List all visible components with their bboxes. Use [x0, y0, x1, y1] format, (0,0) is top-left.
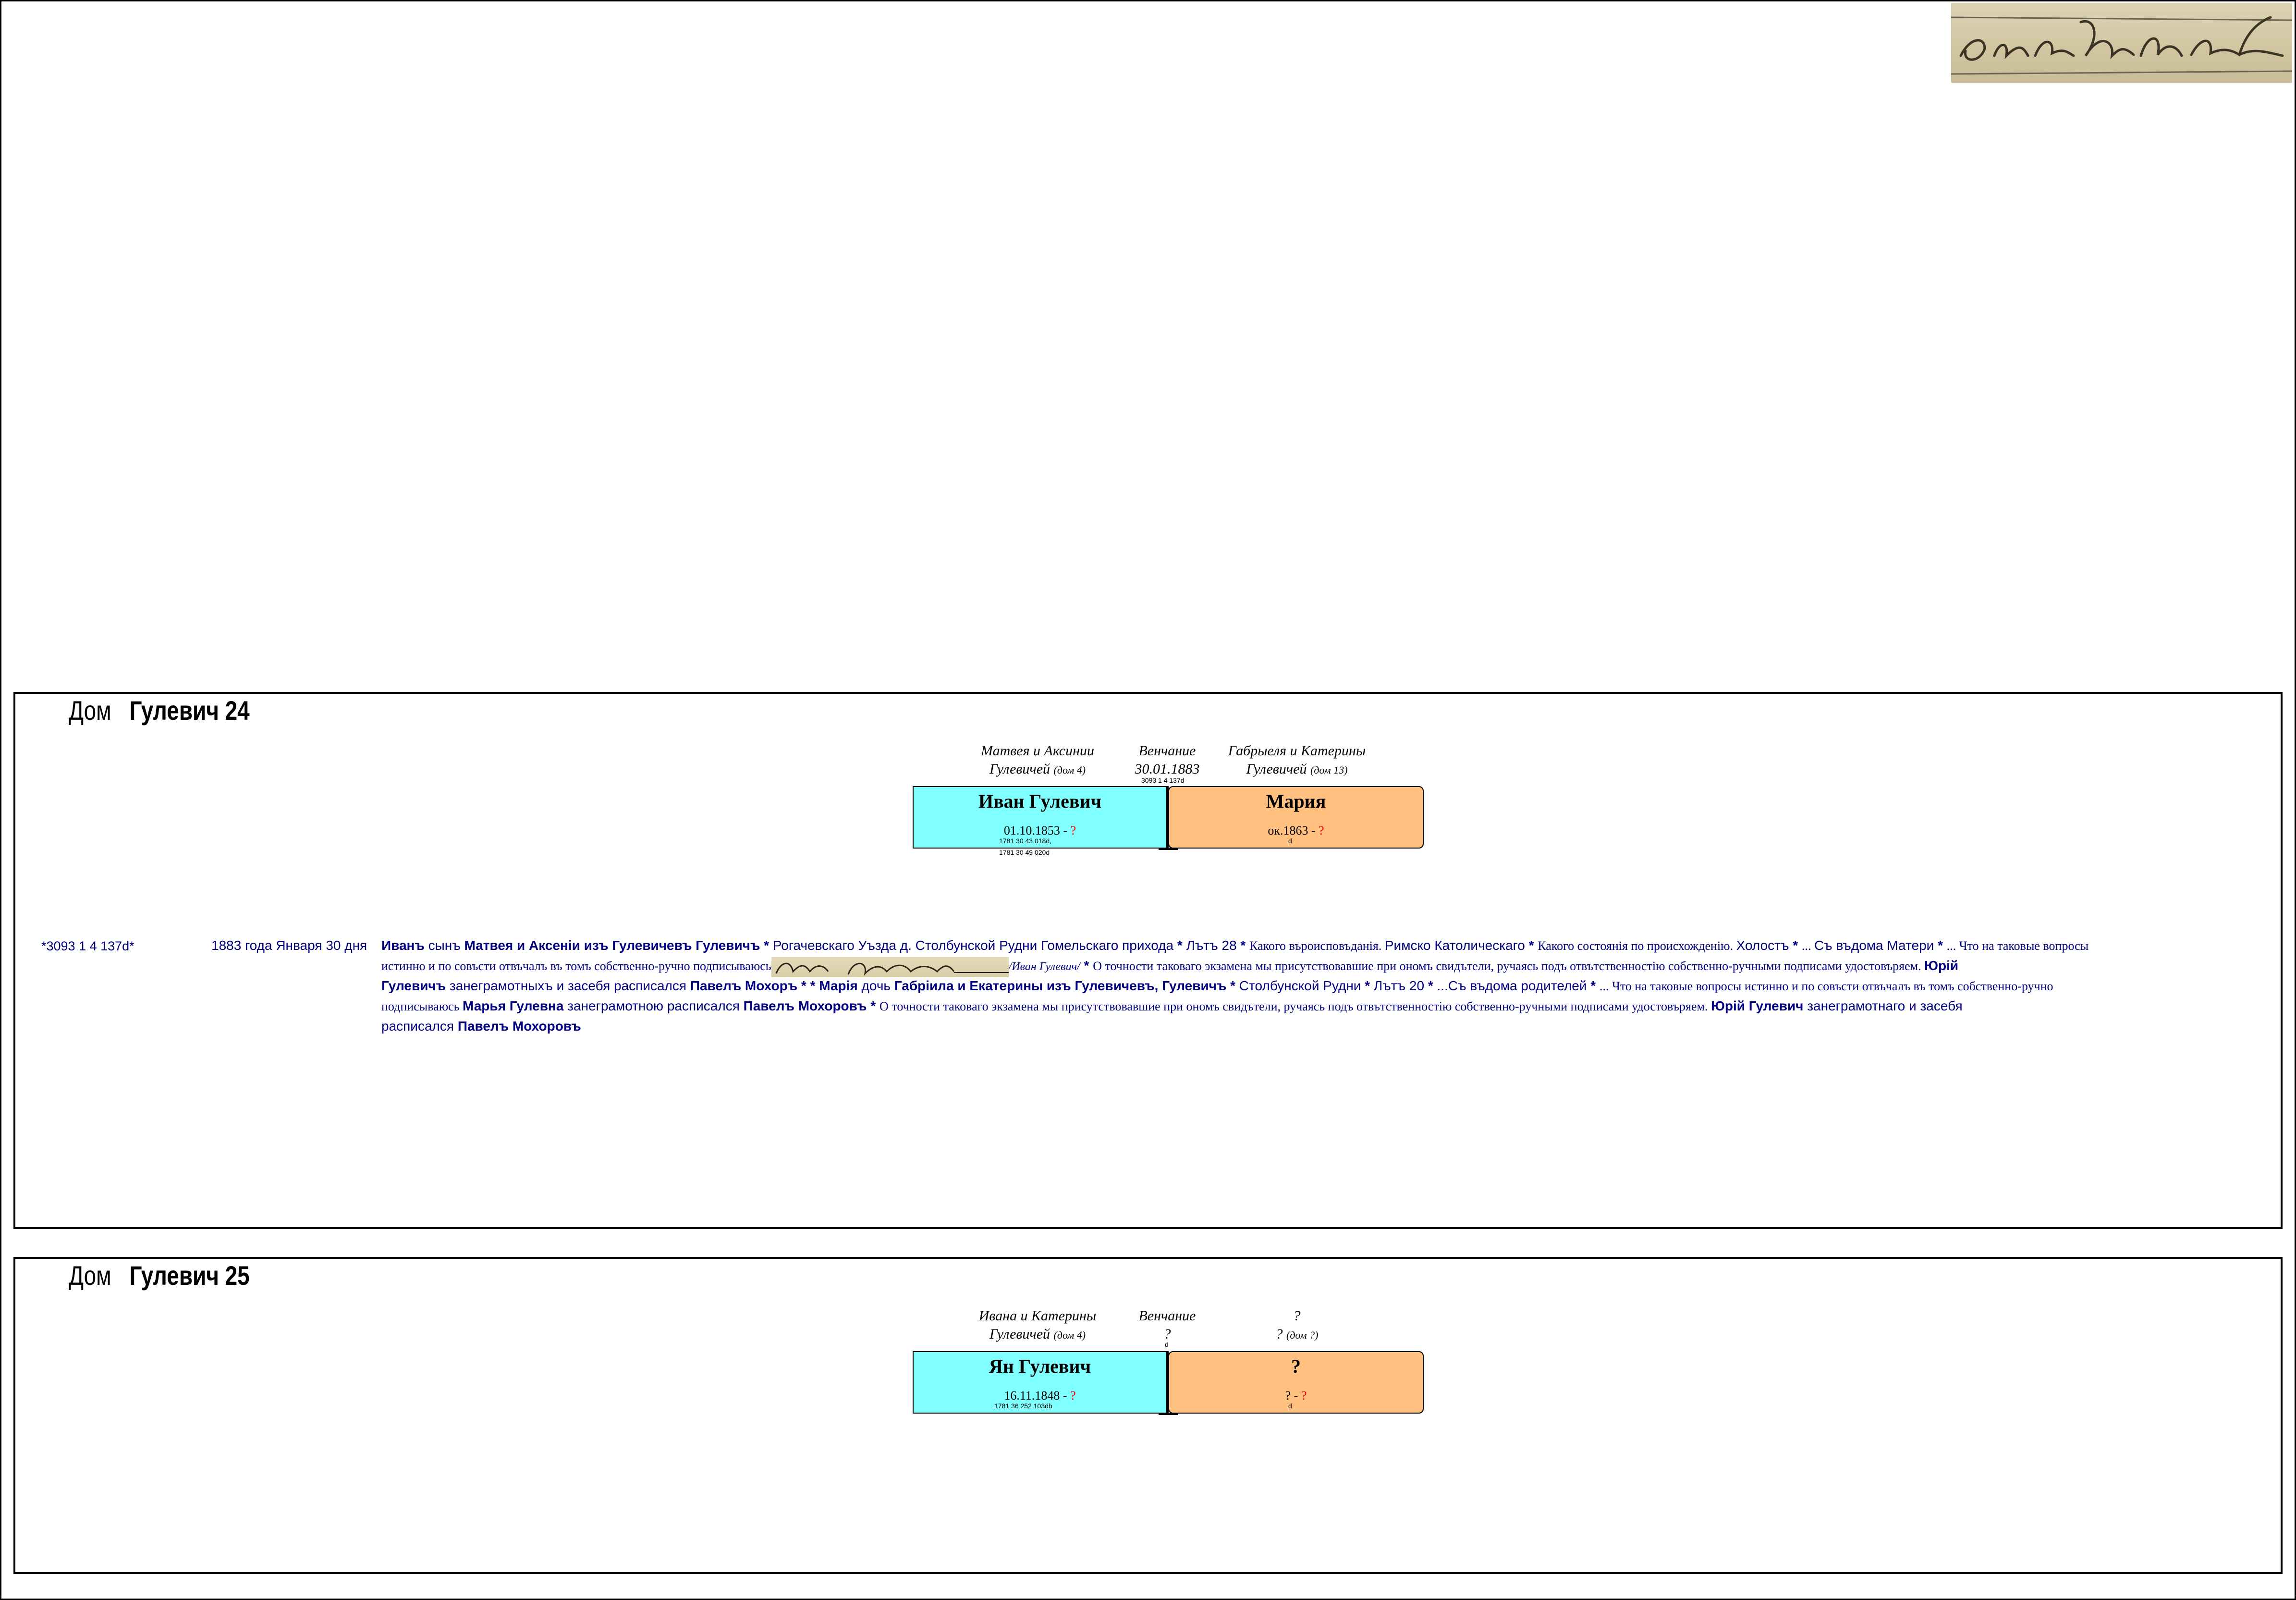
person-name: Мария [1266, 790, 1326, 812]
record-text-segment: занеграмотнаго и засебя [1803, 998, 1963, 1013]
record-text-segment: ... Что на таковые вопросы истинно и по … [1600, 979, 2053, 993]
record-source-id[interactable]: *3093 1 4 137d* [41, 939, 134, 954]
record-text-segment: * [1080, 958, 1093, 973]
person-name: Иван Гулевич [978, 790, 1102, 812]
record-line-2: истинно и по совъсти отвъчалъ въ томъ со… [381, 957, 2264, 977]
husband-parents-caption: Ивана и Катерины Гулевичей (дом 4) [978, 1308, 1097, 1342]
record-text-segment: Лътъ 28 [1186, 938, 1237, 953]
husband-source-ref-2: 1781 30 49 020d [999, 849, 1050, 856]
record-text-segment: Павелъ Мохоръ [690, 978, 798, 993]
life-dates: ок.1863 - ? [1268, 824, 1324, 837]
record-text-segment: Гулевичъ [381, 978, 446, 993]
record-text-segment: дочь [857, 978, 894, 993]
husband-card[interactable]: Иван Гулевич 01.10.1853 - ? 1781 30 43 0… [913, 786, 1167, 849]
record-text-segment: * [1226, 978, 1239, 993]
record-text-segment: Юрій Гулевич [1711, 998, 1804, 1013]
wedding-source-ref: 3093 1 4 137d [1141, 776, 1185, 784]
husband-source-ref: 1781 30 43 018d, [999, 837, 1051, 845]
record-date: 1883 года Января 30 дня [211, 938, 367, 953]
husband-source-ref: 1781 36 252 103db [994, 1402, 1052, 1410]
house-section-25 [13, 1257, 2283, 1574]
record-line-5: расписался Павелъ Мохоровъ [381, 1019, 2264, 1034]
record-text-segment: Лътъ 20 [1373, 978, 1425, 993]
record-text-segment: Столбунской Рудни [1239, 978, 1361, 993]
record-text-segment: сынъ [424, 938, 464, 953]
husband-card[interactable]: Ян Гулевич 16.11.1848 - ? 1781 36 252 10… [913, 1351, 1167, 1414]
record-text-segment: занеграмотныхъ и засебя расписался [446, 978, 690, 993]
wedding-caption: Венчание ? [1138, 1308, 1196, 1342]
record-text-segment: О точности таковаго экзамена мы присутст… [879, 999, 1711, 1013]
wife-source-ref: d [1288, 1402, 1292, 1410]
record-text-segment: * [1789, 938, 1802, 953]
village-logo [1951, 3, 2292, 83]
record-text-segment: занеграмотною расписался [563, 998, 744, 1013]
record-text-segment: Павелъ Мохоровъ [743, 998, 867, 1013]
person-name: ? [1291, 1355, 1301, 1377]
life-dates: 01.10.1853 - ? [1003, 824, 1076, 837]
record-text-segment: Павелъ Мохоровъ [457, 1019, 581, 1034]
house-title: Дом Гулевич 24 [69, 695, 250, 726]
wife-card[interactable]: ? ? - ? d [1168, 1351, 1424, 1414]
record-text-segment: подписываюсь [381, 999, 463, 1013]
record-text-segment: * [1236, 938, 1250, 953]
record-text-segment: Матвея и Аксеніи изъ Гулевичевъ Гулевичъ [464, 938, 760, 953]
record-text-segment: Марья Гулевна [463, 998, 564, 1013]
house-label: Дом [69, 695, 111, 726]
record-text-segment: ... [1801, 939, 1814, 953]
record-text-segment: * [760, 938, 773, 953]
record-text-segment: расписался [381, 1019, 458, 1034]
wife-parents-caption: Габрыеля и Катерины Гулевичей (дом 13) [1228, 743, 1366, 777]
life-dates: ? - ? [1285, 1389, 1307, 1403]
wife-card[interactable]: Мария ок.1863 - ? d [1168, 786, 1424, 849]
record-text-segment: Марія [819, 978, 858, 993]
record-text-segment: ...Съ въдома родителей [1437, 978, 1587, 993]
signature-image [771, 957, 1009, 977]
record-text-segment: Съ въдома Матери [1814, 938, 1934, 953]
wedding-source-ref: d [1165, 1341, 1169, 1348]
record-text-segment: истинно и по совъсти отвъчалъ въ томъ со… [381, 959, 771, 973]
house-name: Гулевич 25 [129, 1260, 250, 1291]
record-text-segment: * [1525, 938, 1538, 953]
record-text-segment: О точности таковаго экзамена мы присутст… [1093, 959, 1925, 973]
husband-parents-caption: Матвея и Аксинии Гулевичей (дом 4) [981, 743, 1094, 777]
record-text-segment: * [1424, 978, 1437, 993]
person-name: Ян Гулевич [989, 1355, 1091, 1377]
house-title: Дом Гулевич 25 [69, 1260, 250, 1291]
record-text-segment: Габріила и Екатерины изъ Гулевичевъ, Гул… [894, 978, 1227, 993]
record-text-segment: Холостъ [1736, 938, 1789, 953]
record-text-segment: Какого состоянія по происхожденію. [1538, 939, 1736, 953]
record-text-segment: /Иван Гулевич/ [1008, 960, 1080, 973]
wife-parents-caption: ? ? (дом ?) [1275, 1308, 1319, 1342]
marriage-connector-stem [1167, 1351, 1169, 1415]
wife-source-ref: d [1288, 837, 1292, 845]
wedding-caption: Венчание 30.01.1883 [1135, 743, 1200, 777]
house-label: Дом [69, 1260, 111, 1291]
record-text-segment: * [1934, 938, 1947, 953]
record-line-3: Гулевичъ занеграмотныхъ и засебя расписа… [381, 978, 2264, 994]
record-line-1: Иванъ сынъ Матвея и Аксеніи изъ Гулевиче… [381, 938, 2264, 953]
record-text-segment: * [1361, 978, 1374, 993]
record-text-segment: * [1587, 978, 1600, 993]
record-text-segment: Какого въроисповъданія. [1249, 939, 1385, 953]
marriage-connector-stem [1167, 786, 1169, 849]
record-text-segment: * [867, 998, 880, 1013]
record-text-segment: ... Что на таковые вопросы [1946, 939, 2089, 953]
record-text-segment: Юрій [1924, 958, 1959, 973]
record-text-segment: * * [797, 978, 819, 993]
record-text-segment: Иванъ [381, 938, 425, 953]
house-name: Гулевич 24 [129, 695, 250, 726]
life-dates: 16.11.1848 - ? [1004, 1389, 1076, 1403]
record-text-segment: * [1173, 938, 1186, 953]
record-text-segment: Рогачевскаго Уъзда д. Столбунской Рудни … [772, 938, 1174, 953]
record-line-4: подписываюсь Марья Гулевна занеграмотною… [381, 998, 2264, 1014]
record-text-segment: Римско Католическаго [1384, 938, 1525, 953]
